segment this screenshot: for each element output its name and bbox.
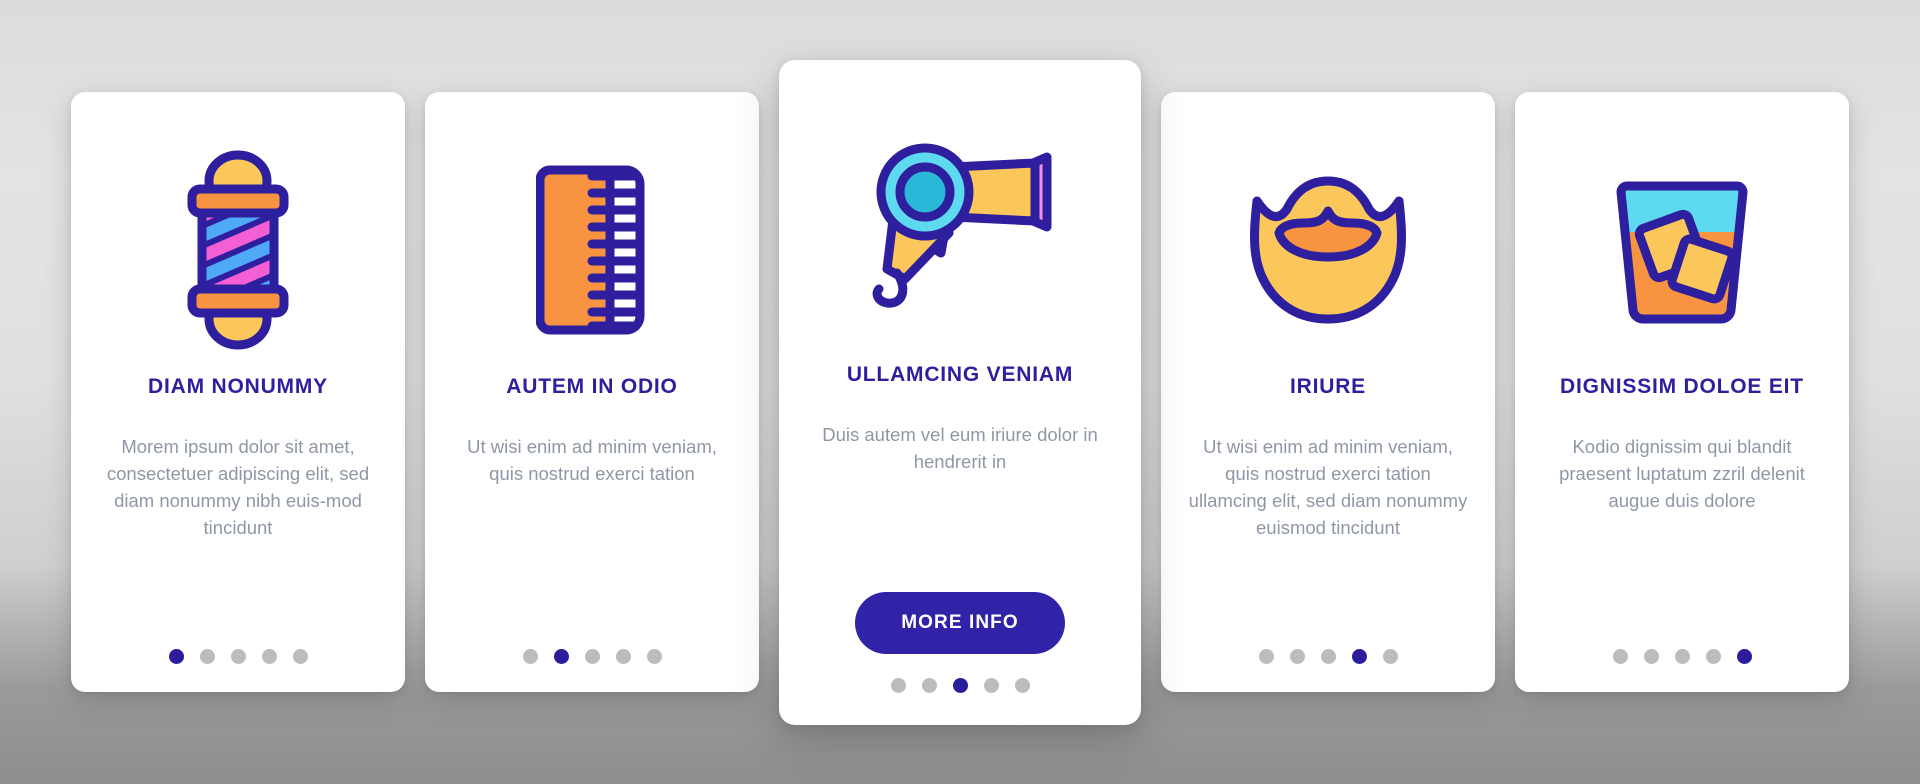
pagination-dots[interactable] xyxy=(1258,625,1398,664)
pagination-dots[interactable] xyxy=(890,654,1030,693)
onboarding-card-4[interactable]: IRIURE Ut wisi enim ad minim veniam, qui… xyxy=(1161,92,1495,692)
pagination-dot[interactable] xyxy=(1382,649,1398,664)
card-body-text: Duis autem vel eum iriure dolor in hendr… xyxy=(822,423,1098,472)
pagination-dot[interactable] xyxy=(230,649,246,664)
beard-icon xyxy=(1187,126,1469,374)
pagination-dots[interactable] xyxy=(1612,625,1752,664)
pagination-dot[interactable] xyxy=(522,649,538,664)
pagination-dot[interactable] xyxy=(168,649,184,664)
card-body-text: Kodio dignissim qui blandit praesent lup… xyxy=(1559,436,1805,512)
card-title: DIAM NONUMMY xyxy=(148,375,328,398)
card-title: ULLAMCING VENIAM xyxy=(846,362,1074,386)
pagination-dot[interactable] xyxy=(1612,649,1628,664)
card-title: DIGNISSIM DOLOE EIT xyxy=(1560,375,1804,398)
pagination-dot[interactable] xyxy=(1674,649,1690,664)
pagination-dot[interactable] xyxy=(1320,649,1336,664)
card-title: IRIURE xyxy=(1290,375,1366,398)
card-body-text: Morem ipsum dolor sit amet, consectetuer… xyxy=(106,436,370,539)
card-body-text: Ut wisi enim ad minim veniam, quis nostr… xyxy=(467,436,717,485)
pagination-dot[interactable] xyxy=(199,649,215,664)
pagination-dot[interactable] xyxy=(1705,649,1721,664)
pagination-dot[interactable] xyxy=(584,649,600,664)
pagination-dot[interactable] xyxy=(1289,649,1305,664)
pagination-dot[interactable] xyxy=(1014,677,1030,693)
hair-dryer-icon xyxy=(809,100,1111,362)
onboarding-screens-stage: DIAM NONUMMY Morem ipsum dolor sit amet,… xyxy=(0,0,1920,784)
onboarding-card-5[interactable]: DIGNISSIM DOLOE EIT Kodio dignissim qui … xyxy=(1515,92,1849,692)
pagination-dots[interactable] xyxy=(522,625,662,664)
pagination-dot[interactable] xyxy=(261,649,277,664)
card-title: AUTEM IN ODIO xyxy=(506,375,678,398)
pagination-dot[interactable] xyxy=(1643,649,1659,664)
pagination-dot[interactable] xyxy=(1351,649,1367,664)
pagination-dot[interactable] xyxy=(1736,649,1752,664)
pagination-dot[interactable] xyxy=(921,677,937,693)
pagination-dots[interactable] xyxy=(168,625,308,664)
whiskey-glass-icon xyxy=(1541,126,1823,374)
onboarding-card-3[interactable]: ULLAMCING VENIAM Duis autem vel eum iriu… xyxy=(779,59,1141,725)
pagination-dot[interactable] xyxy=(292,649,308,664)
pagination-dot[interactable] xyxy=(553,649,569,664)
pagination-dot[interactable] xyxy=(890,677,906,693)
barber-pole-icon xyxy=(97,126,379,374)
pagination-dot[interactable] xyxy=(983,677,999,693)
hair-comb-icon xyxy=(451,126,733,374)
pagination-dot[interactable] xyxy=(1258,649,1274,664)
onboarding-card-1[interactable]: DIAM NONUMMY Morem ipsum dolor sit amet,… xyxy=(71,92,405,692)
card-body-text: Ut wisi enim ad minim veniam, quis nostr… xyxy=(1188,436,1468,539)
pagination-dot[interactable] xyxy=(615,649,631,664)
pagination-dot[interactable] xyxy=(952,677,968,693)
pagination-dot[interactable] xyxy=(646,649,662,664)
more-info-button[interactable]: MORE INFO xyxy=(855,591,1065,654)
onboarding-card-2[interactable]: AUTEM IN ODIO Ut wisi enim ad minim veni… xyxy=(425,92,759,692)
cards-row: DIAM NONUMMY Morem ipsum dolor sit amet,… xyxy=(0,0,1920,784)
